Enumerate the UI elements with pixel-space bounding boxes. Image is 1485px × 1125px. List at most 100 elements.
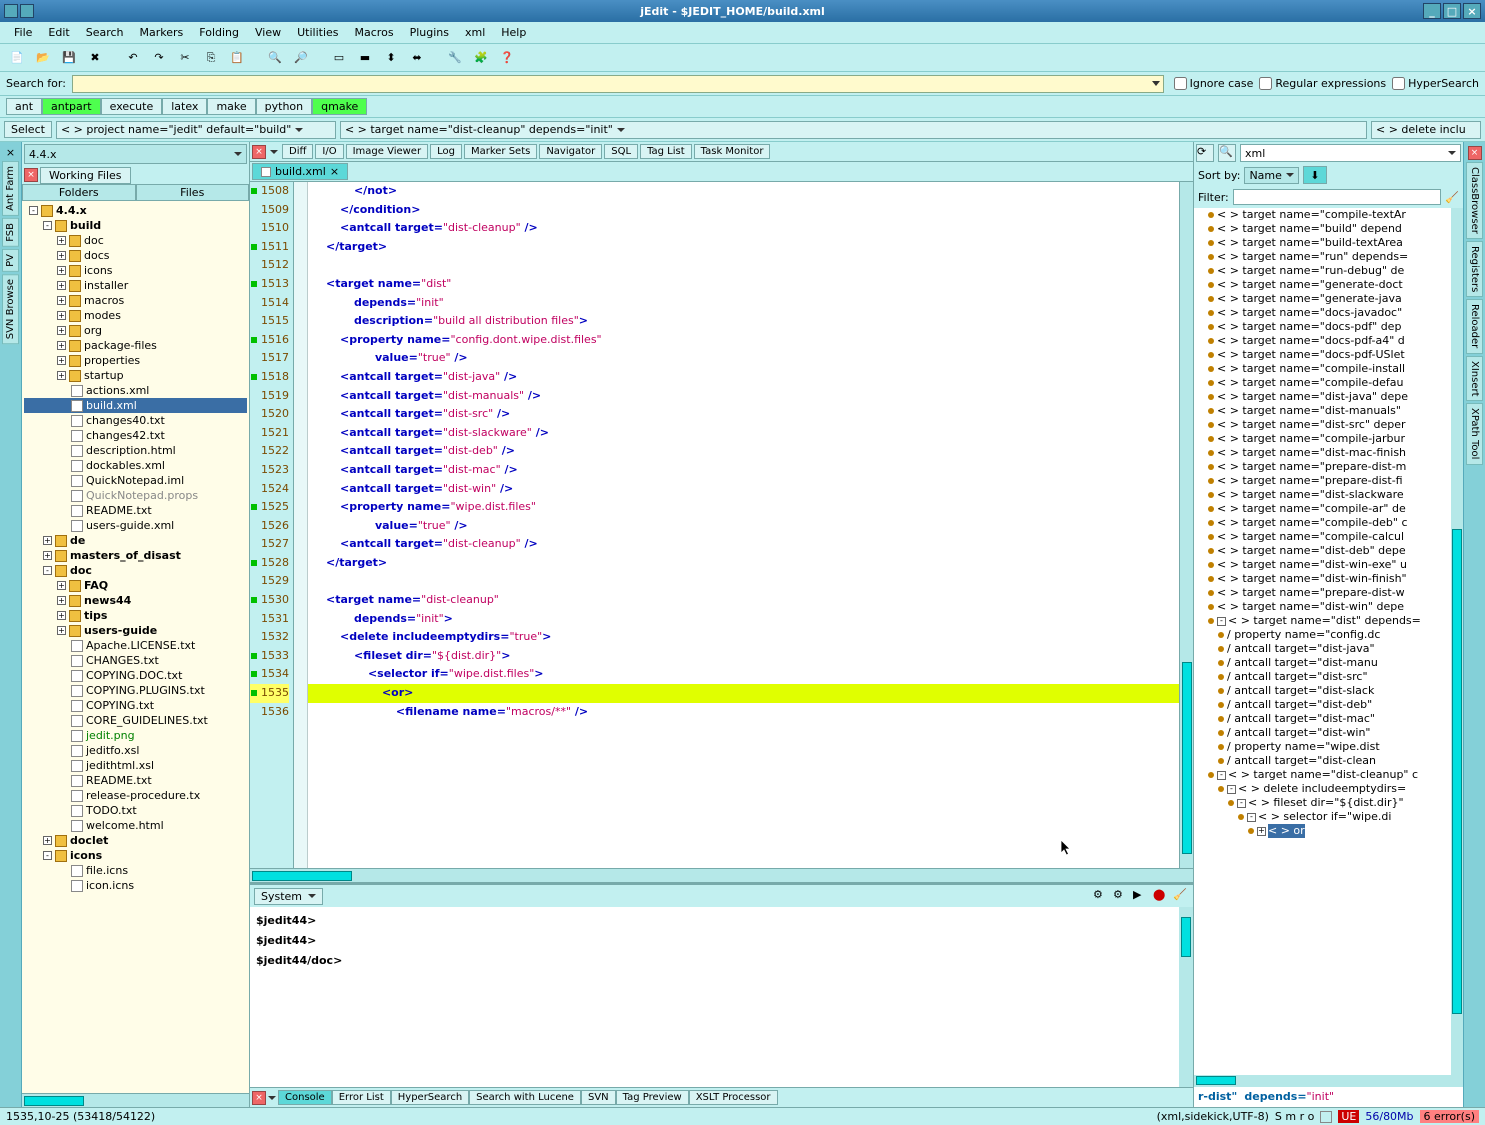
menu-search[interactable]: Search xyxy=(78,24,132,41)
save-file-icon[interactable]: 💾 xyxy=(58,47,80,69)
outline-item[interactable]: < > target name="compile-jarbur xyxy=(1194,432,1463,446)
right-dock-xpath tool[interactable]: XPath Tool xyxy=(1466,403,1483,464)
etab-log[interactable]: Log xyxy=(430,144,462,159)
outline-item[interactable]: < > target name="generate-doct xyxy=(1194,278,1463,292)
outline-item[interactable]: +< > or xyxy=(1194,824,1463,838)
outline-item[interactable]: < > target name="compile-install xyxy=(1194,362,1463,376)
outline-item[interactable]: < > target name="docs-pdf" dep xyxy=(1194,320,1463,334)
etab-task-monitor[interactable]: Task Monitor xyxy=(694,144,771,159)
tree-item[interactable]: jeditfo.xsl xyxy=(24,743,247,758)
tree-item[interactable]: README.txt xyxy=(24,773,247,788)
subtab-files[interactable]: Files xyxy=(136,184,250,201)
outline-item[interactable]: < > target name="dist-manuals" xyxy=(1194,404,1463,418)
search-replace-icon[interactable]: 🔎 xyxy=(290,47,312,69)
outline-item[interactable]: < > target name="dist-win" depe xyxy=(1194,600,1463,614)
ignore-case-checkbox[interactable] xyxy=(1174,77,1187,90)
etab-diff[interactable]: Diff xyxy=(282,144,313,159)
crumb-element[interactable]: < > delete inclu xyxy=(1371,121,1481,139)
clear-filter-icon[interactable]: 🧹 xyxy=(1445,191,1459,204)
outline-item[interactable]: < > target name="dist-win-finish" xyxy=(1194,572,1463,586)
tree-item[interactable]: +docs xyxy=(24,248,247,263)
mode-tab-latex[interactable]: latex xyxy=(162,98,207,115)
tree-item[interactable]: build.xml xyxy=(24,398,247,413)
tree-item[interactable]: +package-files xyxy=(24,338,247,353)
tack-icon[interactable] xyxy=(20,4,34,18)
menu-plugins[interactable]: Plugins xyxy=(402,24,457,41)
right-dock-reloader[interactable]: Reloader xyxy=(1466,299,1483,353)
minimize-button[interactable]: _ xyxy=(1423,3,1441,19)
tree-item[interactable]: changes42.txt xyxy=(24,428,247,443)
close-pane-button[interactable]: × xyxy=(24,168,38,182)
outline-item[interactable]: < > target name="dist-java" depe xyxy=(1194,390,1463,404)
outline-item[interactable]: / antcall target="dist-win" xyxy=(1194,726,1463,740)
tree-item[interactable]: +properties xyxy=(24,353,247,368)
menu-edit[interactable]: Edit xyxy=(40,24,77,41)
redo-icon[interactable]: ↷ xyxy=(148,47,170,69)
tree-item[interactable]: +macros xyxy=(24,293,247,308)
outline-vscroll[interactable] xyxy=(1451,208,1463,1075)
tree-item[interactable]: +users-guide xyxy=(24,623,247,638)
tree-item[interactable]: release-procedure.tx xyxy=(24,788,247,803)
left-dock-pv[interactable]: PV xyxy=(2,249,19,272)
outline-item[interactable]: < > target name="compile-deb" c xyxy=(1194,516,1463,530)
dropdown-icon[interactable] xyxy=(268,1096,276,1100)
etab-marker-sets[interactable]: Marker Sets xyxy=(464,144,537,159)
close-left-pane[interactable]: × xyxy=(6,146,15,159)
tree-item[interactable]: actions.xml xyxy=(24,383,247,398)
menu-view[interactable]: View xyxy=(247,24,289,41)
outline-tree[interactable]: < > target name="compile-textAr< > targe… xyxy=(1194,208,1463,1075)
mode-tab-qmake[interactable]: qmake xyxy=(312,98,367,115)
outline-item[interactable]: -< > target name="dist" depends= xyxy=(1194,614,1463,628)
outline-item[interactable]: / antcall target="dist-src" xyxy=(1194,670,1463,684)
code-editor[interactable]: 1508150915101511151215131514151515161517… xyxy=(250,182,1193,868)
console-settings-icon[interactable]: ⚙ xyxy=(1113,888,1129,904)
outline-item[interactable]: / antcall target="dist-manu xyxy=(1194,656,1463,670)
outline-item[interactable]: < > target name="run" depends= xyxy=(1194,250,1463,264)
error-count[interactable]: 6 error(s) xyxy=(1420,1110,1479,1123)
new-file-icon[interactable]: 📄 xyxy=(6,47,28,69)
tree-item[interactable]: Apache.LICENSE.txt xyxy=(24,638,247,653)
split-v-icon[interactable]: ⬌ xyxy=(406,47,428,69)
tree-item[interactable]: changes40.txt xyxy=(24,413,247,428)
mode-tab-python[interactable]: python xyxy=(256,98,312,115)
paste-icon[interactable]: 📋 xyxy=(226,47,248,69)
outline-hscroll[interactable] xyxy=(1194,1075,1463,1087)
tree-item[interactable]: -build xyxy=(24,218,247,233)
memory-indicator[interactable]: 56/80Mb xyxy=(1365,1110,1413,1123)
outline-item[interactable]: < > target name="prepare-dist-w xyxy=(1194,586,1463,600)
tree-item[interactable]: icon.icns xyxy=(24,878,247,893)
shell-selector[interactable]: System xyxy=(254,888,323,905)
mode-tab-antpart[interactable]: antpart xyxy=(42,98,101,115)
select-button[interactable]: Select xyxy=(4,121,52,138)
tree-item[interactable]: -4.4.x xyxy=(24,203,247,218)
outline-item[interactable]: < > target name="compile-defau xyxy=(1194,376,1463,390)
editor-vscroll[interactable] xyxy=(1179,182,1193,868)
close-right-pane-button[interactable]: × xyxy=(1468,146,1482,160)
outline-item[interactable]: < > target name="dist-mac-finish xyxy=(1194,446,1463,460)
outline-item[interactable]: < > target name="build" depend xyxy=(1194,222,1463,236)
tree-item[interactable]: -icons xyxy=(24,848,247,863)
etab-i/o[interactable]: I/O xyxy=(315,144,343,159)
code-text[interactable]: </not> </condition> <antcall target="dis… xyxy=(308,182,1179,868)
tree-item[interactable]: QuickNotepad.iml xyxy=(24,473,247,488)
console-tab-hypersearch[interactable]: HyperSearch xyxy=(391,1090,469,1105)
tree-item[interactable]: +tips xyxy=(24,608,247,623)
outline-item[interactable]: < > target name="build-textArea xyxy=(1194,236,1463,250)
tree-item[interactable]: +modes xyxy=(24,308,247,323)
close-file-icon[interactable]: ✖ xyxy=(84,47,106,69)
outline-item[interactable]: < > target name="run-debug" de xyxy=(1194,264,1463,278)
sort-direction-button[interactable]: ⬇ xyxy=(1303,166,1327,184)
tree-item[interactable]: TODO.txt xyxy=(24,803,247,818)
outline-item[interactable]: < > target name="compile-calcul xyxy=(1194,530,1463,544)
outline-item[interactable]: -< > target name="dist-cleanup" c xyxy=(1194,768,1463,782)
crumb-target[interactable]: < > target name="dist-cleanup" depends="… xyxy=(340,121,1367,139)
etab-sql[interactable]: SQL xyxy=(604,144,638,159)
console-tab-svn[interactable]: SVN xyxy=(581,1090,616,1105)
hypersearch-checkbox[interactable] xyxy=(1392,77,1405,90)
sort-selector[interactable]: Name xyxy=(1244,167,1298,184)
search-dropdown-icon[interactable] xyxy=(1152,81,1160,86)
tree-item[interactable]: COPYING.DOC.txt xyxy=(24,668,247,683)
subtab-folders[interactable]: Folders xyxy=(22,184,136,201)
menu-file[interactable]: File xyxy=(6,24,40,41)
right-dock-xinsert[interactable]: XInsert xyxy=(1466,356,1483,402)
